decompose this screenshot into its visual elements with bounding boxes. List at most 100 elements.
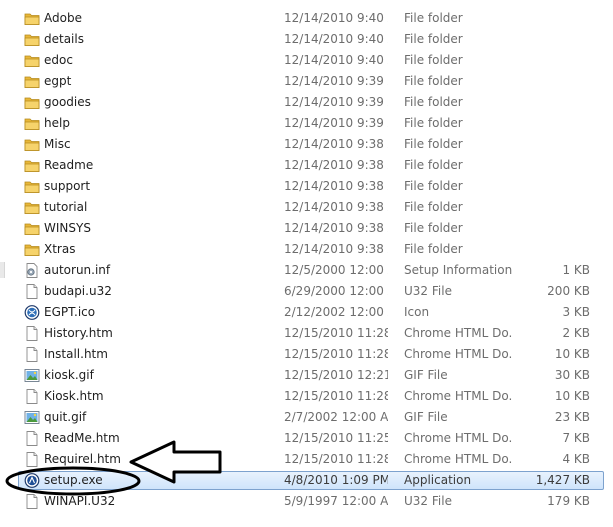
file-icon [24, 389, 40, 404]
file-type: GIF File [404, 368, 448, 382]
file-row[interactable]: Xtras 12/14/2010 9:38 AM File folder [0, 239, 613, 260]
file-row[interactable]: Adobe 12/14/2010 9:40 AM File folder [0, 8, 613, 29]
file-size: 10 KB [554, 347, 590, 361]
file-row[interactable]: autorun.inf 12/5/2000 12:00 AM Setup Infor… [0, 260, 613, 281]
file-row[interactable]: Kiosk.htm 12/15/2010 11:28 ... Chrome HTML… [0, 386, 613, 407]
image-icon [24, 368, 40, 383]
file-name: quit.gif [44, 410, 87, 424]
file-row[interactable]: WINSYS 12/14/2010 9:38 AM File folder [0, 218, 613, 239]
file-size: 23 KB [554, 410, 590, 424]
file-row[interactable]: kiosk.gif 12/15/2010 12:21 ... GIF File 30 … [0, 365, 613, 386]
file-row[interactable]: Requirel.htm 12/15/2010 11:28 ... Chrome H… [0, 449, 613, 470]
file-name: Kiosk.htm [44, 389, 104, 403]
file-name: edoc [44, 53, 73, 67]
file-row[interactable]: budapi.u32 6/29/2000 12:00 AM U32 File 200 … [0, 281, 613, 302]
file-icon [24, 284, 40, 299]
file-row[interactable]: egpt 12/14/2010 9:39 AM File folder [0, 71, 613, 92]
file-date-modified: 12/15/2010 11:28 ... [284, 389, 388, 403]
file-date-modified: 12/5/2000 12:00 AM [284, 263, 388, 277]
file-name: ReadMe.htm [44, 431, 120, 445]
file-icon [24, 494, 40, 509]
file-date-modified: 12/15/2010 12:21 ... [284, 368, 388, 382]
file-row[interactable]: Install.htm 12/15/2010 11:28 ... Chrome HT… [0, 344, 613, 365]
file-size [520, 176, 590, 197]
file-size: 7 KB [562, 431, 590, 445]
file-icon [24, 347, 40, 362]
file-date-modified: 12/14/2010 9:39 AM [284, 95, 388, 109]
file-name: kiosk.gif [44, 368, 94, 382]
file-row[interactable]: goodies 12/14/2010 9:39 AM File folder [0, 92, 613, 113]
file-type: File folder [404, 11, 463, 25]
file-type: Chrome HTML Do... [404, 389, 512, 403]
file-name: autorun.inf [44, 263, 111, 277]
folder-icon [24, 179, 40, 194]
file-date-modified: 12/14/2010 9:40 AM [284, 11, 388, 25]
folder-icon [24, 74, 40, 89]
file-row[interactable]: tutorial 12/14/2010 9:38 AM File folder [0, 197, 613, 218]
file-date-modified: 12/14/2010 9:38 AM [284, 137, 388, 151]
file-row[interactable]: ReadMe.htm 12/15/2010 11:25 ... Chrome HTM… [0, 428, 613, 449]
file-type: File folder [404, 53, 463, 67]
file-date-modified: 12/14/2010 9:40 AM [284, 32, 388, 46]
file-name: goodies [44, 95, 91, 109]
file-name: History.htm [44, 326, 113, 340]
file-name: WINSYS [44, 221, 91, 235]
settings-file-icon [24, 263, 40, 278]
folder-icon [24, 242, 40, 257]
file-name: tutorial [44, 200, 88, 214]
file-date-modified: 12/14/2010 9:39 AM [284, 74, 388, 88]
file-row[interactable]: support 12/14/2010 9:38 AM File folder [0, 176, 613, 197]
file-size: 179 KB [547, 494, 590, 508]
file-name: support [44, 179, 91, 193]
file-type: File folder [404, 179, 463, 193]
file-name: details [44, 32, 84, 46]
folder-icon [24, 200, 40, 215]
file-date-modified: 6/29/2000 12:00 AM [284, 284, 388, 298]
file-name: help [44, 116, 70, 130]
file-type: File folder [404, 137, 463, 151]
file-row[interactable]: EGPT.ico 2/12/2002 12:00 AM Icon 3 KB [0, 302, 613, 323]
file-size: 1,427 KB [535, 473, 590, 487]
file-size [520, 50, 590, 71]
folder-icon [24, 95, 40, 110]
file-type: File folder [404, 158, 463, 172]
file-row[interactable]: help 12/14/2010 9:39 AM File folder [0, 113, 613, 134]
file-row[interactable]: edoc 12/14/2010 9:40 AM File folder [0, 50, 613, 71]
file-name: Readme [44, 158, 94, 172]
folder-icon [24, 137, 40, 152]
globe-icon [24, 305, 40, 320]
file-date-modified: 12/15/2010 11:28 ... [284, 452, 388, 466]
file-size: 3 KB [562, 305, 590, 319]
file-row[interactable]: setup.exe 4/8/2010 1:09 PM Application 1,42… [0, 470, 613, 491]
file-type: Application [404, 473, 472, 487]
file-size: 10 KB [554, 389, 590, 403]
file-date-modified: 12/14/2010 9:38 AM [284, 242, 388, 256]
file-name: Misc [44, 137, 71, 151]
file-type: Chrome HTML Do... [404, 326, 512, 340]
file-icon [24, 326, 40, 341]
file-type: File folder [404, 32, 463, 46]
file-row[interactable]: quit.gif 2/7/2002 12:00 AM GIF File 23 KB [0, 407, 613, 428]
file-size: 4 KB [562, 452, 590, 466]
folder-icon [24, 53, 40, 68]
file-date-modified: 12/14/2010 9:39 AM [284, 116, 388, 130]
file-row[interactable]: details 12/14/2010 9:40 AM File folder [0, 29, 613, 50]
file-date-modified: 12/14/2010 9:38 AM [284, 158, 388, 172]
setup-app-icon [24, 473, 40, 488]
file-size: 30 KB [554, 368, 590, 382]
file-row[interactable]: Readme 12/14/2010 9:38 AM File folder [0, 155, 613, 176]
file-type: Chrome HTML Do... [404, 452, 512, 466]
file-size: 2 KB [562, 326, 590, 340]
file-row[interactable]: History.htm 12/15/2010 11:28 ... Chrome HT… [0, 323, 613, 344]
file-size [520, 113, 590, 134]
file-type: File folder [404, 200, 463, 214]
file-type: File folder [404, 242, 463, 256]
file-row[interactable]: Misc 12/14/2010 9:38 AM File folder [0, 134, 613, 155]
file-date-modified: 2/7/2002 12:00 AM [284, 410, 388, 424]
file-type: File folder [404, 116, 463, 130]
file-type: File folder [404, 95, 463, 109]
file-type: Setup Information [404, 263, 512, 277]
image-icon [24, 410, 40, 425]
file-row[interactable]: WINAPI.U32 5/9/1997 12:00 AM U32 File 179 K… [0, 491, 613, 512]
file-type: File folder [404, 221, 463, 235]
